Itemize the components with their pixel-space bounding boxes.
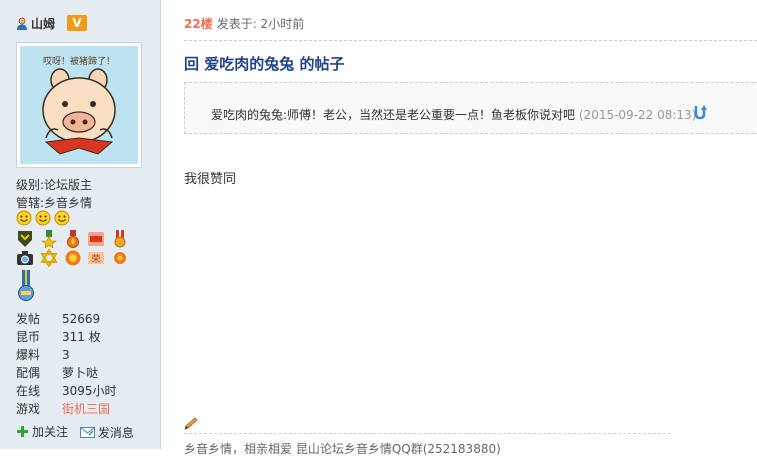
post-body: 我很赞同 (184, 172, 237, 187)
signature-divider (184, 433, 671, 434)
stat-row: 游戏 街机三国 (16, 400, 156, 418)
user-level: 级别:论坛版主 (16, 176, 92, 193)
quote-text: 爱吃肉的兔兔:师傅！老公，当然还是老公重要一点！鱼老板你说对吧 (211, 108, 576, 122)
stat-row: 爆料 3 (16, 346, 156, 364)
stat-label: 昆币 (16, 330, 41, 344)
flower-medal-icon[interactable] (111, 249, 129, 267)
envelope-icon (79, 427, 95, 438)
stat-label: 发帖 (16, 312, 41, 326)
post-title: 回 爱吃肉的兔兔 的帖子 (184, 55, 345, 73)
stat-row: 昆币 311 枚 (16, 328, 156, 346)
user-actions: 加关注 发消息 (16, 423, 142, 441)
vip-badge: V (67, 15, 88, 31)
star-medal-icon[interactable] (40, 230, 58, 248)
stat-row: 发帖 52669 (16, 310, 156, 328)
user-sidebar: 山姆 V 哎呀！被猪蹄了！ 级别:论坛版主 管辖:乡音乡情 荣 发帖 52669… (0, 0, 161, 449)
manage-value[interactable]: 乡音乡情 (44, 196, 92, 210)
avatar[interactable]: 哎呀！被猪蹄了！ (16, 42, 142, 168)
stat-label: 在线 (16, 384, 41, 398)
stat-row: 在线 3095小时 (16, 382, 156, 400)
game-link[interactable]: 街机三国 (62, 402, 110, 416)
medal-row-3 (16, 270, 36, 305)
manage-label: 管辖: (16, 196, 45, 210)
level-value: 论坛版主 (44, 178, 93, 192)
post-time: 发表于: 2小时前 (216, 17, 305, 31)
badge-medal-icon[interactable] (87, 230, 105, 248)
ribbon-medal-icon[interactable] (111, 230, 129, 248)
stat-value: 311 枚 (62, 330, 101, 344)
stat-value: 52669 (62, 312, 101, 326)
svg-text:荣: 荣 (92, 253, 101, 265)
follow-button[interactable]: 加关注 (16, 423, 68, 440)
follow-label: 加关注 (32, 425, 69, 439)
username-link[interactable]: 山姆 (31, 15, 55, 32)
blue-ribbon-medal-icon[interactable] (16, 270, 36, 302)
avatar-image: 哎呀！被猪蹄了！ (20, 46, 138, 164)
quote-text-line: 爱吃肉的兔兔:师傅！老公，当然还是老公重要一点！鱼老板你说对吧 (2015-09… (211, 106, 696, 123)
fire-medal-icon[interactable] (64, 230, 82, 248)
stat-label: 爆料 (16, 348, 41, 362)
quote-block: 爱吃肉的兔兔:师傅！老公，当然还是老公重要一点！鱼老板你说对吧 (2015-09… (184, 82, 757, 134)
pencil-icon (184, 417, 198, 430)
smiley-row (16, 210, 70, 229)
stat-value: 3095小时 (62, 384, 117, 398)
camera-medal-icon[interactable] (16, 249, 34, 267)
message-label: 发消息 (97, 425, 134, 440)
post-content: 22楼 发表于: 2小时前 回 爱吃肉的兔兔 的帖子 爱吃肉的兔兔:师傅！老公，当… (162, 0, 757, 456)
divider (184, 40, 757, 41)
stat-row: 配偶 萝卜哒 (16, 364, 156, 382)
goto-quote-icon[interactable] (692, 104, 708, 120)
medal-row-2: 荣 (16, 249, 131, 267)
level-label: 级别: (16, 178, 45, 192)
plus-icon (17, 426, 28, 437)
stat-label: 游戏 (16, 402, 41, 416)
text-medal-icon[interactable]: 荣 (87, 249, 105, 267)
stat-label: 配偶 (16, 366, 41, 380)
smiley-icons (16, 210, 70, 226)
spouse-link[interactable]: 萝卜哒 (62, 366, 98, 380)
floor-number[interactable]: 22楼 (184, 17, 213, 31)
user-icon (16, 17, 28, 30)
message-button[interactable]: 发消息 (79, 424, 134, 441)
stat-value: 3 (62, 348, 70, 362)
user-manage: 管辖:乡音乡情 (16, 194, 92, 211)
sun-medal-icon[interactable] (64, 249, 82, 267)
user-stats: 发帖 52669 昆币 311 枚 爆料 3 配偶 萝卜哒 在线 3095小时 游戏 街机三… (16, 310, 156, 418)
star-of-david-icon[interactable] (40, 249, 58, 267)
quote-date: (2015-09-22 08:13) (578, 108, 697, 122)
user-header: 山姆 V (16, 14, 88, 32)
rank-medal-icon[interactable] (16, 230, 34, 248)
medal-row-1 (16, 230, 131, 248)
post-header: 22楼 发表于: 2小时前 (184, 15, 304, 32)
